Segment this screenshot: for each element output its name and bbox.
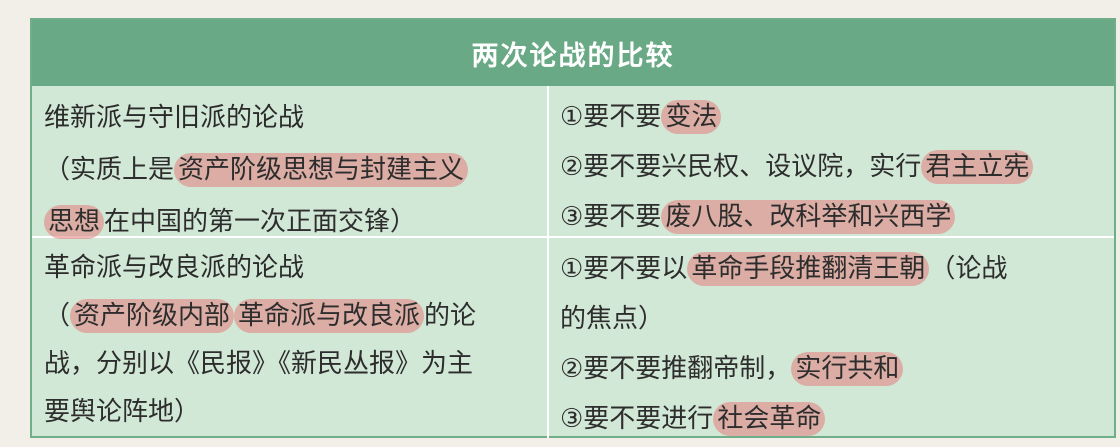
row1-left-cell: 维新派与守旧派的论战 （实质上是 资产阶级思想与封建主义 思想 在中国的第一次正面交… xyxy=(44,92,542,248)
column-divider xyxy=(547,86,549,438)
row1-item3-text: ③要不要 xyxy=(560,202,662,232)
row1-title: 维新派与守旧派的论战 xyxy=(44,103,305,133)
row1-item2-text: ②要不要兴民权、设议院，实行 xyxy=(560,152,922,182)
row2-desc-line1-pre: （ xyxy=(44,301,71,331)
row2-item3: ③要不要进行 社会革命 xyxy=(560,394,1112,444)
row1-right-cell: ①要不要 变法 ②要不要兴民权、设议院，实行 君主立宪 ③要不要 废八股、改科举和兴西… xyxy=(560,92,1112,242)
row2-item3-highlight: 社会革命 xyxy=(713,402,826,436)
row2-item2-highlight: 实行共和 xyxy=(791,352,904,386)
row2-desc-highlight1: 资产阶级内部 xyxy=(70,299,235,333)
row2-item1-highlight: 革命手段推翻清王朝 xyxy=(687,252,930,286)
row2-desc-line2: 战，分别以《民报》《新民丛报》为主 xyxy=(44,349,474,379)
row1-item1-text: ①要不要 xyxy=(560,102,662,132)
row1-item3: ③要不要 废八股、改科举和兴西学 xyxy=(560,192,1112,242)
row2-title: 革命派与改良派的论战 xyxy=(44,253,305,283)
row2-item1: ①要不要以 革命手段推翻清王朝 （论战 xyxy=(560,244,1112,294)
row1-desc-line2-post: 在中国的第一次正面交锋） xyxy=(104,207,417,237)
row2-item1-text: ①要不要以 xyxy=(560,254,688,284)
row2-desc-highlight2: 革命派与改良派 xyxy=(234,299,425,333)
row1-desc-line2: 思想 在中国的第一次正面交锋） xyxy=(44,196,542,248)
row2-desc-line3: 要舆论阵地） xyxy=(44,397,201,427)
row1-item2-highlight: 君主立宪 xyxy=(921,150,1034,184)
row2-item2-text: ②要不要推翻帝制， xyxy=(560,354,792,384)
comparison-table: 两次论战的比较 维新派与守旧派的论战 （实质上是 资产阶级思想与封建主义 思想 在中… xyxy=(30,18,1116,438)
row2-item1-post: （论战 xyxy=(929,254,1008,284)
row1-item3-highlight: 废八股、改科举和兴西学 xyxy=(661,200,956,234)
table-title: 两次论战的比较 xyxy=(32,20,1114,86)
row2-item3-text: ③要不要进行 xyxy=(560,404,714,434)
row2-left-cell: 革命派与改良派的论战 （资产阶级内部 革命派与改良派 的论 战，分别以《民报》《新民… xyxy=(44,244,542,436)
row1-item1: ①要不要 变法 xyxy=(560,92,1112,142)
row2-right-cell: ①要不要以 革命手段推翻清王朝 （论战 的焦点） ②要不要推翻帝制， 实行共和 ③要不… xyxy=(560,244,1112,444)
row2-desc-line1-post: 的论 xyxy=(424,301,477,331)
row2-item1-continued: 的焦点） xyxy=(560,304,665,334)
row1-item1-highlight: 变法 xyxy=(661,100,722,134)
row2-item2: ②要不要推翻帝制， 实行共和 xyxy=(560,344,1112,394)
row1-desc-line1-pre: （实质上是 xyxy=(44,155,175,185)
row1-item2: ②要不要兴民权、设议院，实行 君主立宪 xyxy=(560,142,1112,192)
row1-desc-highlight1: 资产阶级思想与封建主义 xyxy=(174,153,469,187)
row1-desc-line1: （实质上是 资产阶级思想与封建主义 xyxy=(44,144,542,196)
row1-desc-highlight2: 思想 xyxy=(44,205,105,239)
row2-desc-line1: （资产阶级内部 革命派与改良派 的论 xyxy=(44,292,542,340)
